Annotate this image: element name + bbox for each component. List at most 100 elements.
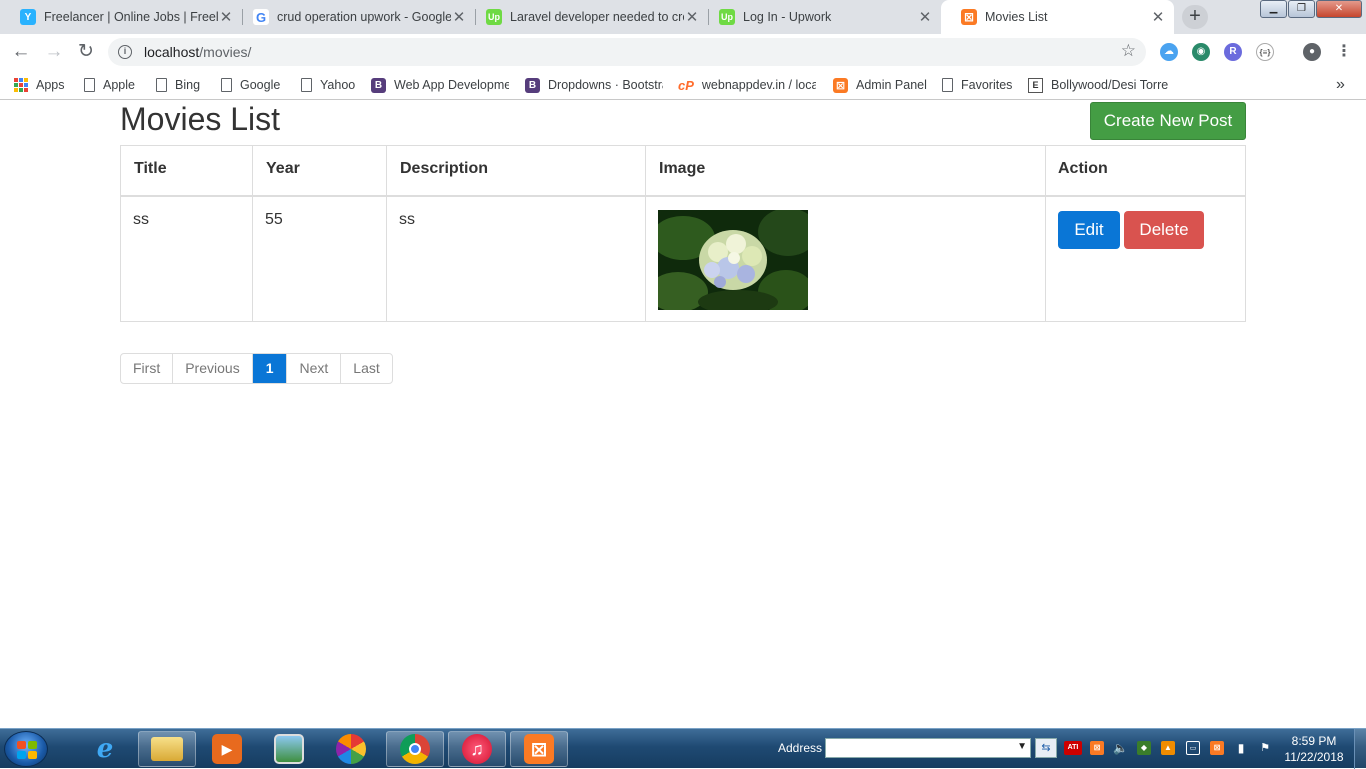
delete-button[interactable]: Delete <box>1124 210 1204 249</box>
system-clock[interactable]: 8:59 PM 11/22/2018 <box>1282 733 1346 765</box>
edit-button[interactable]: Edit <box>1058 210 1120 249</box>
header-image: Image <box>645 145 1046 197</box>
menu-icon[interactable]: ⋮ <box>1335 43 1353 61</box>
xampp-tray-icon[interactable]: ⊠ <box>1090 741 1104 755</box>
taskbar-file-explorer[interactable] <box>138 731 196 767</box>
xampp-control-tray-icon[interactable]: ⊠ <box>1210 741 1224 755</box>
pagination-next[interactable]: Next <box>286 354 340 383</box>
windows-logo-icon <box>17 741 37 759</box>
display-tray-icon[interactable]: ▭ <box>1186 741 1200 755</box>
bookmark-bollywood[interactable]: E Bollywood/Desi Torre <box>1028 76 1170 94</box>
taskbar-media-player[interactable]: ▶ <box>198 731 256 767</box>
bookmark-web-app-dev[interactable]: B Web App Developme <box>371 76 509 94</box>
table-row: ss 55 ss Edit Delete <box>120 195 1246 322</box>
cell-description: ss <box>386 195 646 322</box>
tab-title: crud operation upwork - Google <box>277 10 451 24</box>
page-icon <box>942 78 953 92</box>
taskbar-picasa[interactable] <box>322 731 380 767</box>
close-icon[interactable]: ✕ <box>684 8 700 26</box>
battery-icon[interactable]: ▮ <box>1234 741 1248 755</box>
tab-laravel-job[interactable]: Up Laravel developer needed to cre ✕ <box>466 0 708 34</box>
bookmark-label: Apps <box>36 78 65 92</box>
xampp-icon: ⊠ <box>961 9 977 25</box>
forward-button[interactable]: → <box>40 38 68 66</box>
bookmark-label: Admin Panel <box>856 78 927 92</box>
tab-freelancer[interactable]: Y Freelancer | Online Jobs | Freelan ✕ <box>0 0 242 34</box>
address-bar[interactable]: i localhost/movies/ ☆ <box>108 38 1146 66</box>
globe-extension-icon[interactable]: ◉ <box>1192 43 1210 61</box>
create-new-post-button[interactable]: Create New Post <box>1090 102 1246 140</box>
tab-strip: Y Freelancer | Online Jobs | Freelan ✕ G… <box>0 0 1366 34</box>
pagination-first[interactable]: First <box>121 354 172 383</box>
bookmark-yahoo[interactable]: Yahoo <box>301 76 361 94</box>
google-icon: G <box>253 9 269 25</box>
bookmark-admin-panel[interactable]: ⊠ Admin Panel <box>833 76 929 94</box>
windows-taskbar: e ▶ ♫ ⊠ Address ▼ ⇆ ATI ⊠ 🔈 ◆ ▲ ▭ ⊠ ▮ ⚑ … <box>0 728 1366 769</box>
bookmark-star-icon[interactable]: ☆ <box>1121 41 1136 61</box>
taskbar-xampp[interactable]: ⊠ <box>510 731 568 767</box>
taskbar-address-input[interactable]: ▼ <box>825 738 1031 758</box>
taskbar-internet-explorer[interactable]: e <box>76 731 134 767</box>
taskbar-photo-viewer[interactable] <box>260 731 318 767</box>
header-description: Description <box>386 145 646 197</box>
bookmark-dropdowns-bootstrap[interactable]: B Dropdowns · Bootstra <box>525 76 663 94</box>
restore-button[interactable]: ❐ <box>1288 0 1315 18</box>
json-extension-icon[interactable]: {≡} <box>1256 43 1274 61</box>
minimize-button[interactable]: ▁ <box>1260 0 1287 18</box>
bookmarks-overflow-label: » <box>1336 76 1345 93</box>
bookmark-google[interactable]: Google <box>221 76 291 94</box>
close-icon[interactable]: ✕ <box>1150 8 1166 26</box>
chevron-down-icon[interactable]: ▼ <box>1017 741 1027 752</box>
taskbar-address-go-button[interactable]: ⇆ <box>1035 738 1057 758</box>
header-action: Action <box>1045 145 1246 197</box>
tab-google-search[interactable]: G crud operation upwork - Google ✕ <box>233 0 475 34</box>
close-window-button[interactable]: ✕ <box>1316 0 1362 18</box>
r-extension-icon[interactable]: R <box>1224 43 1242 61</box>
clock-date: 11/22/2018 <box>1284 750 1344 764</box>
photo-viewer-icon <box>274 734 304 764</box>
torrent-icon: E <box>1028 77 1043 93</box>
tab-upwork-login[interactable]: Up Log In - Upwork ✕ <box>699 0 941 34</box>
info-icon[interactable]: i <box>118 45 132 59</box>
back-button[interactable]: ← <box>7 38 35 66</box>
close-icon[interactable]: ✕ <box>218 8 234 26</box>
reload-button[interactable]: ↻ <box>72 38 100 66</box>
clock-time: 8:59 PM <box>1291 734 1337 748</box>
cloud-extension-icon[interactable]: ☁ <box>1160 43 1178 61</box>
pagination-current[interactable]: 1 <box>251 354 287 383</box>
taskbar-itunes[interactable]: ♫ <box>448 731 506 767</box>
pagination-last[interactable]: Last <box>340 354 391 383</box>
media-player-icon: ▶ <box>212 734 242 764</box>
new-tab-button[interactable]: + <box>1182 5 1208 29</box>
cell-title: ss <box>120 195 253 322</box>
page-title: Movies List <box>120 101 281 137</box>
cell-actions: Edit Delete <box>1045 195 1246 322</box>
taskbar-chrome[interactable] <box>386 731 444 767</box>
bookmark-apple[interactable]: Apple <box>84 76 144 94</box>
pagination: First Previous 1 Next Last <box>120 353 393 384</box>
bookmark-label: Apple <box>103 78 135 92</box>
ati-tray-icon[interactable]: ATI <box>1064 741 1082 755</box>
cell-image <box>645 195 1046 322</box>
close-icon[interactable]: ✕ <box>917 8 933 26</box>
pagination-previous[interactable]: Previous <box>172 354 251 383</box>
freelancer-icon: Y <box>20 9 36 25</box>
show-desktop-button[interactable] <box>1354 729 1366 769</box>
upwork-icon: Up <box>486 9 502 25</box>
bookmark-apps[interactable]: Apps <box>14 76 74 94</box>
tab-movies-list[interactable]: ⊠ Movies List ✕ <box>941 0 1174 34</box>
bookmark-bing[interactable]: Bing <box>156 76 210 94</box>
bootstrap-icon: B <box>525 77 540 93</box>
network-icon[interactable]: ◆ <box>1137 741 1151 755</box>
bookmark-favorites[interactable]: Favorites <box>942 76 1016 94</box>
vlc-tray-icon[interactable]: ▲ <box>1161 741 1175 755</box>
profile-icon[interactable]: ● <box>1303 43 1321 61</box>
url-host: localhost <box>144 44 200 60</box>
volume-icon[interactable]: 🔈 <box>1113 741 1128 755</box>
start-button[interactable] <box>4 731 48 767</box>
bookmarks-overflow-button[interactable]: » <box>1336 76 1350 94</box>
bookmark-webnappdev[interactable]: cP webnappdev.in / loca <box>678 76 816 94</box>
action-center-flag-icon[interactable]: ⚑ <box>1258 741 1272 755</box>
window-controls: ▁ ❐ ✕ <box>1259 0 1362 20</box>
close-icon[interactable]: ✕ <box>451 8 467 26</box>
